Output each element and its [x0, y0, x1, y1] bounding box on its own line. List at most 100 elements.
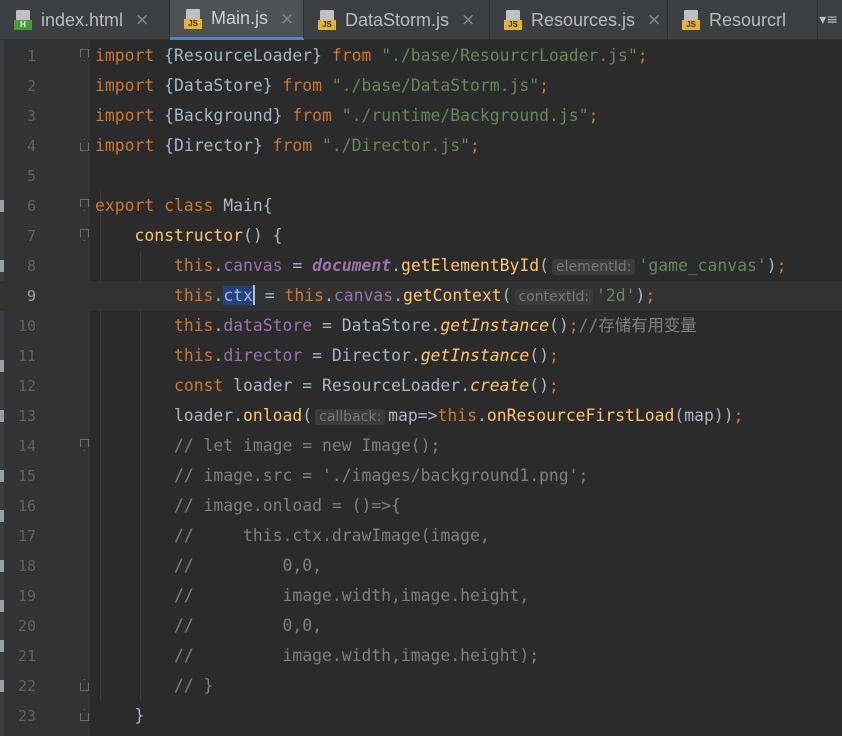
- code-content: // this.ctx.drawImage(image,: [95, 521, 490, 551]
- string-token: 'game_canvas': [638, 256, 767, 275]
- close-icon[interactable]: ×: [647, 10, 661, 30]
- code-line[interactable]: 10 this.dataStore = DataStore.getInstanc…: [0, 311, 842, 341]
- parameter-hint: contextId:: [514, 289, 594, 305]
- close-icon[interactable]: ×: [280, 9, 294, 29]
- code-line[interactable]: 7 constructor() {: [0, 221, 842, 251]
- code-content: // image.width,image.height);: [95, 641, 539, 671]
- code-line[interactable]: 2 import {DataStore} from "./base/DataSto…: [0, 71, 842, 101]
- code-line[interactable]: 6 export class Main{: [0, 191, 842, 221]
- selected-text: ctx: [223, 286, 253, 305]
- comment-token: //存储有用变量: [578, 316, 697, 335]
- code-line[interactable]: 11 this.director = Director.getInstance(…: [0, 341, 842, 371]
- this-keyword: this: [437, 406, 477, 425]
- comment-token: // let image = new Image();: [173, 436, 441, 455]
- code-text: = Director.: [302, 346, 421, 365]
- static-method-token: create: [470, 376, 530, 395]
- tab-resources-js[interactable]: JS Resources.js ×: [490, 0, 668, 40]
- code-content: // let image = new Image();: [95, 431, 440, 461]
- code-line[interactable]: 13 loader.onload(callback: map=>this.onRe…: [0, 401, 842, 431]
- line-number: 2: [26, 77, 36, 95]
- this-keyword: this: [173, 316, 214, 335]
- code-text: ): [766, 256, 777, 275]
- code-line[interactable]: 5: [0, 161, 842, 191]
- tab-resourcrl[interactable]: JS Resourcrl: [668, 0, 818, 40]
- comment-token: // 0,0,: [173, 556, 322, 575]
- code-content: loader.onload(callback: map=>this.onResou…: [95, 401, 743, 431]
- string-token: "./base/ResourcrLoader.js": [381, 46, 638, 65]
- file-type-badge: H: [14, 20, 32, 30]
- tab-datastorm-js[interactable]: JS DataStorm.js ×: [304, 0, 490, 40]
- code-line[interactable]: 14 // let image = new Image();: [0, 431, 842, 461]
- tab-list-dropdown-icon[interactable]: ▾≡: [819, 0, 838, 40]
- code-line[interactable]: 23 }: [0, 701, 842, 731]
- fold-end-icon[interactable]: [80, 709, 89, 721]
- keyword-token: ;: [568, 316, 579, 335]
- code-line[interactable]: 19 // image.width,image.height,: [0, 581, 842, 611]
- tab-index-html[interactable]: Hindex.html ×: [0, 0, 170, 40]
- code-text: map=>: [388, 406, 438, 425]
- fold-start-icon[interactable]: [80, 439, 89, 451]
- code-text: .: [324, 286, 334, 305]
- close-icon[interactable]: ×: [461, 10, 475, 30]
- code-text: (map)): [674, 406, 734, 425]
- fold-end-icon[interactable]: [80, 679, 89, 691]
- keyword-token: ;: [549, 346, 559, 365]
- keyword-token: ;: [637, 46, 648, 65]
- keyword-token: ;: [776, 256, 787, 275]
- code-text: (): [548, 316, 569, 335]
- tab-main-js[interactable]: JS Main.js ×: [170, 0, 304, 40]
- code-text: {Director}: [154, 136, 273, 155]
- code-content: }: [95, 701, 144, 731]
- code-line[interactable]: 20 // 0,0,: [0, 611, 842, 641]
- fold-start-icon[interactable]: [80, 199, 89, 211]
- code-text: (: [539, 256, 549, 275]
- code-text: loader.: [95, 406, 244, 425]
- code-text: = DataStore.: [312, 316, 441, 335]
- code-content: this.director = Director.getInstance();: [95, 341, 559, 371]
- code-line[interactable]: 22 // }: [0, 671, 842, 701]
- code-line[interactable]: 16 // image.onload = ()=>{: [0, 491, 842, 521]
- html-file-icon: H: [14, 10, 32, 30]
- code-line[interactable]: 12 const loader = ResourceLoader.create(…: [0, 371, 842, 401]
- method-token: getContext: [402, 286, 502, 305]
- code-line[interactable]: 9 this.ctx = this.canvas.getContext(cont…: [0, 281, 842, 311]
- code-line[interactable]: 17 // this.ctx.drawImage(image,: [0, 521, 842, 551]
- comment-token: // image.width,image.height);: [173, 646, 540, 665]
- static-method-token: getInstance: [420, 346, 530, 365]
- js-file-icon: JS: [184, 8, 202, 29]
- property-token: canvas: [333, 286, 394, 305]
- code-content: this.canvas = document.getElementById(el…: [95, 251, 787, 281]
- line-number: 22: [17, 677, 36, 695]
- code-line[interactable]: 8 this.canvas = document.getElementById(…: [0, 251, 842, 281]
- code-line[interactable]: 1 import {ResourceLoader} from "./base/Re…: [0, 41, 842, 71]
- code-line[interactable]: 15 // image.src = './images/background1.…: [0, 461, 842, 491]
- code-text: loader = ResourceLoader.: [223, 376, 470, 395]
- code-line[interactable]: 18 // 0,0,: [0, 551, 842, 581]
- file-type-badge: JS: [504, 20, 522, 30]
- code-editor[interactable]: 1 import {ResourceLoader} from "./base/Re…: [0, 40, 842, 736]
- code-content: // 0,0,: [95, 611, 322, 641]
- static-method-token: getInstance: [440, 316, 549, 335]
- fold-end-icon[interactable]: [80, 139, 89, 151]
- code-content: // 0,0,: [95, 551, 322, 581]
- fold-start-icon[interactable]: [80, 49, 89, 61]
- fold-start-icon[interactable]: [80, 229, 89, 241]
- line-number: 14: [17, 437, 36, 455]
- code-line[interactable]: 21 // image.width,image.height);: [0, 641, 842, 671]
- code-line[interactable]: 3 import {Background} from "./runtime/Bac…: [0, 101, 842, 131]
- keyword-token: import: [95, 106, 155, 125]
- close-icon[interactable]: ×: [135, 10, 149, 30]
- code-content: import {DataStore} from "./base/DataStor…: [95, 71, 549, 101]
- keyword-token: import: [95, 46, 155, 65]
- keyword-token: from: [292, 106, 332, 125]
- code-line[interactable]: 4 import {Director} from "./Director.js";: [0, 131, 842, 161]
- line-number: 16: [17, 497, 36, 515]
